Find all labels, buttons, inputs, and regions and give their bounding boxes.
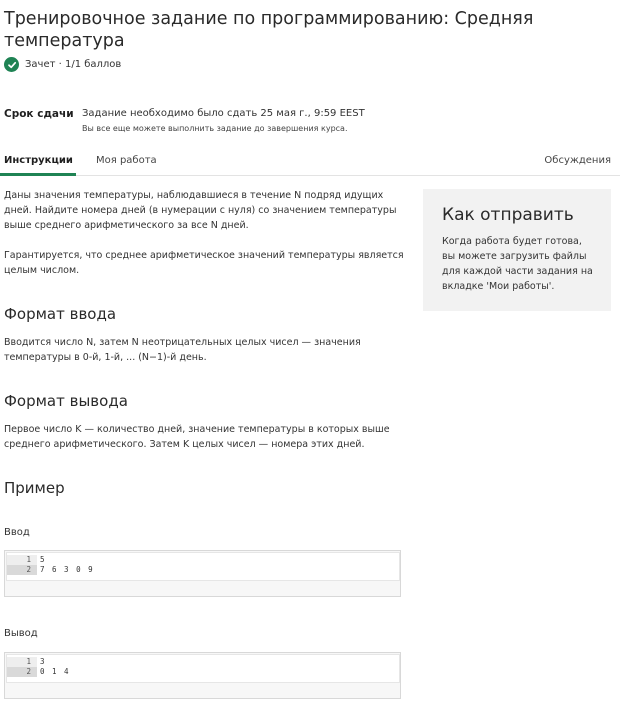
example-output-label: Вывод <box>4 628 38 639</box>
output-format-heading: Формат вывода <box>4 392 128 410</box>
active-tab-indicator <box>0 173 76 176</box>
line-number: 2 <box>7 667 37 677</box>
check-circle-icon <box>4 57 19 72</box>
grade-status: Зачет · 1/1 баллов <box>4 57 121 72</box>
how-to-submit-panel: Как отправить Когда работа будет готова,… <box>423 189 611 311</box>
task-description: Даны значения температуры, наблюдавшиеся… <box>4 190 397 231</box>
line-value: 3 <box>40 657 47 666</box>
code-line: 2 7 6 3 0 9 <box>7 565 399 575</box>
how-to-submit-title: Как отправить <box>442 205 574 225</box>
input-format-text: Вводится число N, затем N неотрицательны… <box>4 337 361 363</box>
line-number: 2 <box>7 565 37 575</box>
deadline-note: Вы все еще можете выполнить задание до з… <box>82 124 348 133</box>
tab-discussion[interactable]: Обсуждения <box>544 155 611 166</box>
input-format-heading: Формат ввода <box>4 305 117 323</box>
how-to-submit-text: Когда работа будет готова, вы можете заг… <box>442 236 593 292</box>
code-line: 1 3 <box>7 657 399 667</box>
line-number: 1 <box>7 555 37 565</box>
code-line: 1 5 <box>7 555 399 565</box>
deadline-label: Срок сдачи <box>4 108 74 120</box>
tab-bar: Инструкции Моя работа Обсуждения <box>0 150 620 176</box>
example-heading: Пример <box>4 479 65 497</box>
example-output-code[interactable]: 1 3 2 0 1 4 <box>4 652 401 699</box>
line-value: 7 6 3 0 9 <box>40 565 95 575</box>
deadline-text: Задание необходимо было сдать 25 мая г.,… <box>82 108 365 119</box>
page-title: Тренировочное задание по программировани… <box>4 9 534 51</box>
task-guarantee: Гарантируется, что среднее арифметическо… <box>4 250 404 276</box>
example-input-code[interactable]: 1 5 2 7 6 3 0 9 <box>4 550 401 597</box>
example-input-label: Ввод <box>4 527 30 538</box>
code-line: 2 0 1 4 <box>7 667 399 677</box>
grade-text: Зачет · 1/1 баллов <box>25 59 122 70</box>
tab-instructions[interactable]: Инструкции <box>4 155 73 166</box>
line-value: 5 <box>40 555 47 564</box>
line-number: 1 <box>7 657 37 667</box>
tab-my-work[interactable]: Моя работа <box>96 155 157 166</box>
output-format-text: Первое число K — количество дней, значен… <box>4 424 390 450</box>
line-value: 0 1 4 <box>40 667 71 677</box>
